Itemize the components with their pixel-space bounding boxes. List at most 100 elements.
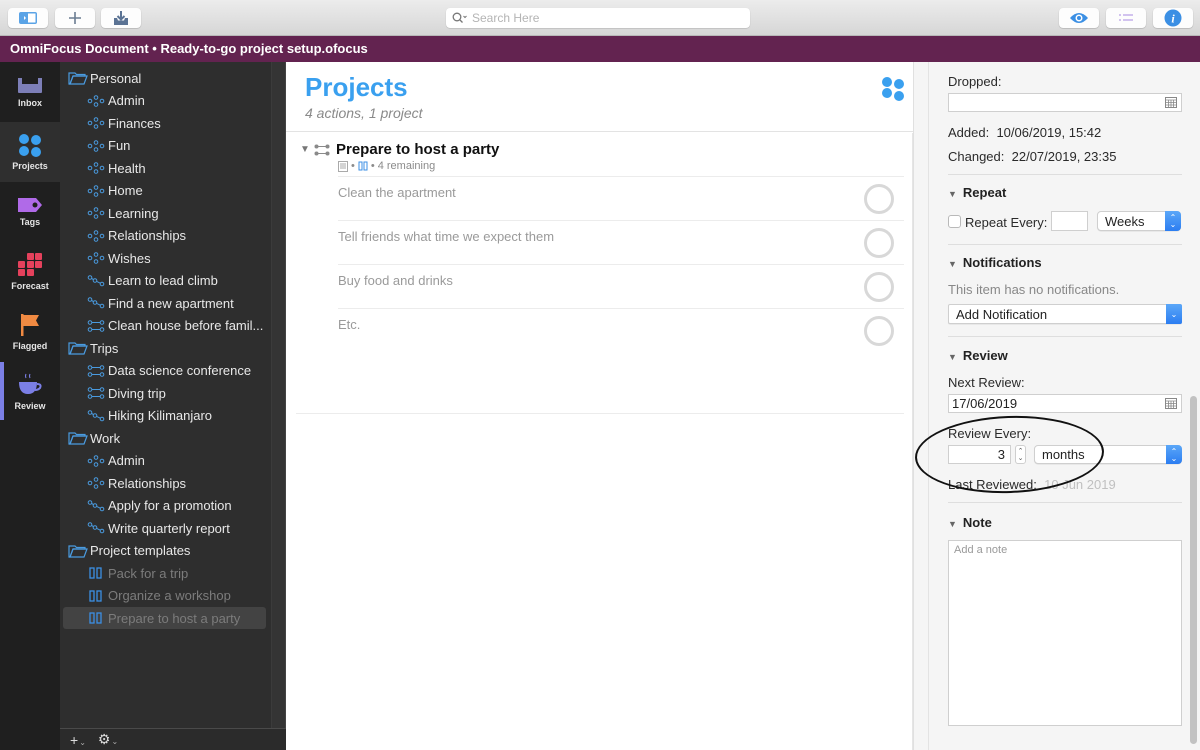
perspective-rail: Inbox Projects Tags Forecast Flagged Rev… xyxy=(0,62,60,750)
outline-view-button[interactable] xyxy=(1106,8,1146,28)
repeat-every-label: Repeat Every: xyxy=(965,215,1048,230)
sidebar-project[interactable]: Apply for a promotion xyxy=(60,495,232,517)
sidebar-project[interactable]: Finances xyxy=(60,112,161,134)
repeat-checkbox[interactable] xyxy=(948,215,961,228)
sidebar-project[interactable]: Health xyxy=(60,157,146,179)
review-section-header[interactable]: ▼ Review xyxy=(948,348,1008,363)
parallel-project-icon xyxy=(86,364,106,378)
action-row[interactable]: Tell friends what time we expect them xyxy=(338,220,904,264)
folder-icon xyxy=(68,341,88,355)
note-icon xyxy=(338,160,348,172)
sidebar-item-label: Trips xyxy=(90,340,119,356)
dropped-date-field[interactable] xyxy=(948,93,1182,112)
action-status-circle[interactable] xyxy=(864,272,894,302)
note-section-header[interactable]: ▼ Note xyxy=(948,515,992,530)
disclosure-triangle-icon[interactable]: ▼ xyxy=(300,144,312,155)
project-title[interactable]: Prepare to host a party xyxy=(336,141,499,158)
action-row[interactable]: Buy food and drinks xyxy=(338,264,904,308)
action-row[interactable]: Etc. xyxy=(338,308,904,352)
action-status-circle[interactable] xyxy=(864,316,894,346)
action-status-circle[interactable] xyxy=(864,184,894,214)
repeat-section-header[interactable]: ▼ Repeat xyxy=(948,185,1006,200)
sidebar-project[interactable]: Relationships xyxy=(60,225,186,247)
quick-entry-button[interactable] xyxy=(101,8,141,28)
rail-label: Tags xyxy=(19,217,41,227)
calendar-icon[interactable] xyxy=(1165,97,1177,108)
on-hold-icon xyxy=(358,161,368,171)
single-actions-project-icon xyxy=(86,454,106,468)
add-menu-button[interactable]: +⌄ xyxy=(70,732,86,748)
new-item-button[interactable] xyxy=(55,8,95,28)
rail-item-inbox[interactable]: Inbox xyxy=(0,62,60,122)
folder-icon xyxy=(68,71,88,85)
inbox-download-icon xyxy=(114,11,128,25)
inspector: Dropped: Added: 10/06/2019, 15:42 Change… xyxy=(913,62,1200,750)
sidebar-project[interactable]: Prepare to host a party xyxy=(63,607,266,629)
rail-label: Flagged xyxy=(12,341,48,351)
dropped-label: Dropped: xyxy=(948,74,1002,89)
sidebar-project[interactable]: Admin xyxy=(60,450,145,472)
single-actions-project-icon xyxy=(86,476,106,490)
disclosure-triangle-icon: ▼ xyxy=(948,352,957,362)
sidebar-project[interactable]: Write quarterly report xyxy=(60,517,230,539)
search-input[interactable] xyxy=(472,11,732,25)
action-title[interactable]: Tell friends what time we expect them xyxy=(338,229,554,244)
rail-item-review[interactable]: Review xyxy=(0,362,60,422)
notifications-section-header[interactable]: ▼ Notifications xyxy=(948,255,1042,270)
sidebar-toggle-button[interactable] xyxy=(8,8,48,28)
rail-item-tags[interactable]: Tags xyxy=(0,182,60,242)
add-notification-select[interactable]: Add Notification ⌄ xyxy=(948,304,1182,324)
sidebar-project[interactable]: Find a new apartment xyxy=(60,292,234,314)
sidebar-project[interactable]: Admin xyxy=(60,90,145,112)
chevron-down-icon: ⌄ xyxy=(111,737,119,746)
divider xyxy=(296,413,904,414)
sidebar-item-label: Hiking Kilimanjaro xyxy=(108,408,213,423)
sidebar-folder[interactable]: Personal xyxy=(60,67,141,89)
sidebar-item-label: Prepare to host a party xyxy=(108,610,241,626)
repeat-unit-select[interactable]: Weeks ⌃ ⌄ xyxy=(1097,211,1181,231)
rail-item-forecast[interactable]: Forecast xyxy=(0,242,60,302)
search-field[interactable] xyxy=(446,8,750,28)
next-review-date-field[interactable]: 17/06/2019 xyxy=(948,394,1182,413)
sidebar-project[interactable]: Learning xyxy=(60,202,159,224)
action-title[interactable]: Clean the apartment xyxy=(338,185,456,200)
sidebar-project[interactable]: Wishes xyxy=(60,247,151,269)
disclosure-triangle-icon: ▼ xyxy=(948,519,957,529)
sidebar-scrollbar[interactable] xyxy=(271,62,285,728)
project-row[interactable]: ▼ Prepare to host a party xyxy=(300,141,499,158)
settings-menu-button[interactable]: ⚙⌄ xyxy=(98,731,118,748)
sidebar-project[interactable]: Hiking Kilimanjaro xyxy=(60,405,212,427)
action-title[interactable]: Buy food and drinks xyxy=(338,273,453,288)
search-icon xyxy=(452,12,467,23)
sidebar-project[interactable]: Diving trip xyxy=(60,382,166,404)
rail-item-projects[interactable]: Projects xyxy=(0,122,60,182)
chevron-down-icon: ⌄ xyxy=(79,737,86,747)
inspector-scrollbar[interactable] xyxy=(1190,396,1197,744)
sidebar-project[interactable]: Home xyxy=(60,180,143,202)
rail-item-flagged[interactable]: Flagged xyxy=(0,302,60,362)
sidebar-item-label: Diving trip xyxy=(108,385,166,401)
sidebar-project[interactable]: Clean house before famil... xyxy=(60,315,263,337)
inspector-button[interactable]: i xyxy=(1153,8,1193,28)
action-status-circle[interactable] xyxy=(864,228,894,258)
sidebar-folder[interactable]: Work xyxy=(60,427,120,449)
calendar-icon[interactable] xyxy=(1165,398,1177,409)
sidebar-project[interactable]: Pack for a trip xyxy=(60,562,188,584)
tag-icon xyxy=(18,198,42,212)
sidebar-folder[interactable]: Project templates xyxy=(60,540,190,562)
sidebar-project[interactable]: Data science conference xyxy=(60,360,251,382)
action-title[interactable]: Etc. xyxy=(338,317,360,332)
sidebar-project[interactable]: Organize a workshop xyxy=(60,585,231,607)
action-row[interactable]: Clean the apartment xyxy=(338,176,904,220)
sidebar-project[interactable]: Fun xyxy=(60,135,130,157)
view-options-button[interactable] xyxy=(1059,8,1099,28)
repeat-interval-input[interactable] xyxy=(1051,211,1088,231)
sidebar-project[interactable]: Relationships xyxy=(60,472,186,494)
active-indicator xyxy=(0,362,4,420)
sidebar-folder[interactable]: Trips xyxy=(60,337,118,359)
sidebar-project[interactable]: Learn to lead climb xyxy=(60,270,218,292)
updown-chevron-icon: ⌃ ⌄ xyxy=(1166,445,1182,464)
disclosure-triangle-icon: ▼ xyxy=(948,189,957,199)
note-textarea[interactable] xyxy=(948,540,1182,726)
projects-icon xyxy=(882,77,904,101)
